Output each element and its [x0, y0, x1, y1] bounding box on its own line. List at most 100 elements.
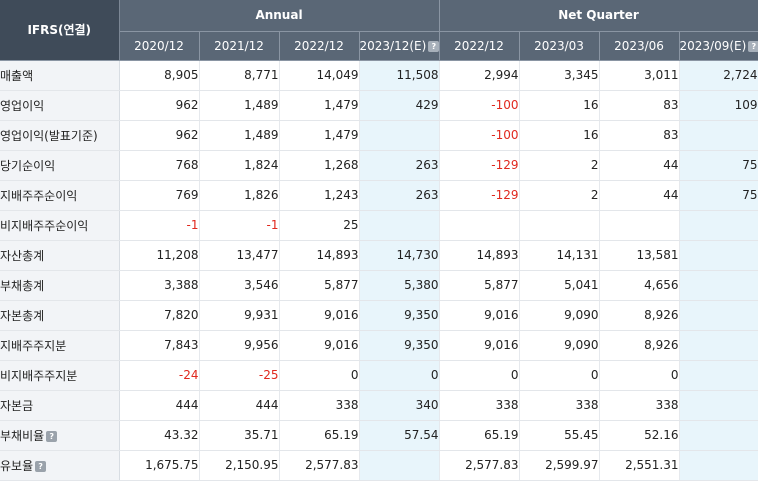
- value-cell: [679, 270, 758, 301]
- value-cell: -1: [119, 210, 200, 241]
- value-cell: 8,905: [119, 60, 200, 91]
- table-row: 지배주주지분 7,843 9,956 9,016 9,350 9,016 9,090 8,92…: [0, 330, 758, 361]
- row-label: 매출액: [0, 60, 120, 91]
- value-cell: 444: [119, 390, 200, 421]
- value-cell: 52.16: [599, 420, 680, 451]
- value-cell: 44: [599, 150, 680, 181]
- period-label: 2023/06: [614, 38, 664, 53]
- value-cell: [679, 240, 758, 271]
- value-cell: [359, 120, 440, 151]
- period-label: 2023/09(E): [679, 38, 747, 53]
- value-cell: 14,049: [279, 60, 360, 91]
- value-cell: 962: [119, 120, 200, 151]
- value-cell: 3,011: [599, 60, 680, 91]
- period-label: 2023/12(E): [359, 38, 427, 53]
- value-cell: 14,131: [519, 240, 600, 271]
- table-row: 부채비율? 43.32 35.71 65.19 57.54 65.19 55.45 52.16: [0, 420, 758, 451]
- table-body: 매출액 8,905 8,771 14,049 11,508 2,994 3,345 3,011…: [0, 60, 758, 481]
- value-cell: 0: [359, 360, 440, 391]
- ifrs-header: IFRS(연결): [0, 0, 120, 61]
- row-label-text: 자산총계: [0, 248, 45, 263]
- value-cell: 0: [279, 360, 360, 391]
- value-cell: 338: [519, 390, 600, 421]
- value-cell: 5,877: [279, 270, 360, 301]
- table-row: 비지배주주순이익 -1 -1 25: [0, 210, 758, 241]
- row-label-text: 매출액: [0, 68, 34, 83]
- value-cell: 4,656: [599, 270, 680, 301]
- value-cell: 65.19: [279, 420, 360, 451]
- period-header: 2023/12(E)?: [359, 31, 440, 61]
- header-row-groups: IFRS(연결) Annual Net Quarter: [0, 0, 758, 61]
- value-cell: 44: [599, 180, 680, 211]
- row-label-text: 당기순이익: [0, 158, 56, 173]
- value-cell: 1,675.75: [119, 450, 200, 481]
- value-cell: 9,016: [279, 330, 360, 361]
- value-cell: 9,016: [439, 330, 520, 361]
- value-cell: 13,581: [599, 240, 680, 271]
- row-label-text: 지배주주순이익: [0, 188, 78, 203]
- period-header: 2023/03: [519, 31, 600, 61]
- row-label: 자본총계: [0, 300, 120, 331]
- value-cell: 0: [519, 360, 600, 391]
- table-row: 영업이익 962 1,489 1,479 429 -100 16 83 109: [0, 90, 758, 121]
- value-cell: 1,824: [199, 150, 280, 181]
- help-icon[interactable]: ?: [428, 40, 439, 52]
- value-cell: 2,724: [679, 60, 758, 91]
- row-label-text: 비지배주주순이익: [0, 218, 89, 233]
- row-label: 지배주주순이익: [0, 180, 120, 211]
- table-row: 유보율? 1,675.75 2,150.95 2,577.83 2,577.83 2,59…: [0, 450, 758, 481]
- help-icon[interactable]: ?: [748, 40, 758, 52]
- value-cell: 2,599.97: [519, 450, 600, 481]
- value-cell: 57.54: [359, 420, 440, 451]
- value-cell: 962: [119, 90, 200, 121]
- help-icon[interactable]: ?: [46, 430, 58, 442]
- value-cell: 0: [599, 360, 680, 391]
- value-cell: 14,730: [359, 240, 440, 271]
- value-cell: 83: [599, 90, 680, 121]
- value-cell: 11,208: [119, 240, 200, 271]
- value-cell: [679, 420, 758, 451]
- row-label-text: 유보율: [0, 458, 34, 473]
- value-cell: 768: [119, 150, 200, 181]
- value-cell: 3,388: [119, 270, 200, 301]
- value-cell: 25: [279, 210, 360, 241]
- value-cell: 2,994: [439, 60, 520, 91]
- value-cell: 75: [679, 150, 758, 181]
- value-cell: 1,826: [199, 180, 280, 211]
- value-cell: 263: [359, 150, 440, 181]
- value-cell: 0: [439, 360, 520, 391]
- period-label: 2022/12: [294, 38, 344, 53]
- value-cell: 8,926: [599, 330, 680, 361]
- value-cell: -129: [439, 180, 520, 211]
- row-label: 유보율?: [0, 450, 120, 481]
- value-cell: 14,893: [439, 240, 520, 271]
- table-row: 비지배주주지분 -24 -25 0 0 0 0 0: [0, 360, 758, 391]
- table-row: 자본금 444 444 338 340 338 338 338: [0, 390, 758, 421]
- value-cell: 9,350: [359, 330, 440, 361]
- value-cell: 65.19: [439, 420, 520, 451]
- value-cell: 9,090: [519, 300, 600, 331]
- table-row: 자산총계 11,208 13,477 14,893 14,730 14,893 14,131…: [0, 240, 758, 271]
- value-cell: 444: [199, 390, 280, 421]
- table-row: 매출액 8,905 8,771 14,049 11,508 2,994 3,345 3,011…: [0, 60, 758, 91]
- value-cell: 13,477: [199, 240, 280, 271]
- value-cell: 1,489: [199, 90, 280, 121]
- value-cell: -1: [199, 210, 280, 241]
- value-cell: 2,577.83: [439, 450, 520, 481]
- value-cell: 5,041: [519, 270, 600, 301]
- row-label-text: 영업이익(발표기준): [0, 128, 98, 143]
- value-cell: -129: [439, 150, 520, 181]
- value-cell: [679, 120, 758, 151]
- value-cell: [679, 360, 758, 391]
- value-cell: 9,016: [439, 300, 520, 331]
- row-label: 자본금: [0, 390, 120, 421]
- value-cell: [359, 450, 440, 481]
- value-cell: 1,479: [279, 120, 360, 151]
- value-cell: 340: [359, 390, 440, 421]
- value-cell: -100: [439, 120, 520, 151]
- value-cell: [679, 300, 758, 331]
- help-icon[interactable]: ?: [35, 460, 47, 472]
- period-label: 2021/12: [214, 38, 264, 53]
- row-label-text: 부채비율: [0, 428, 45, 443]
- value-cell: 9,090: [519, 330, 600, 361]
